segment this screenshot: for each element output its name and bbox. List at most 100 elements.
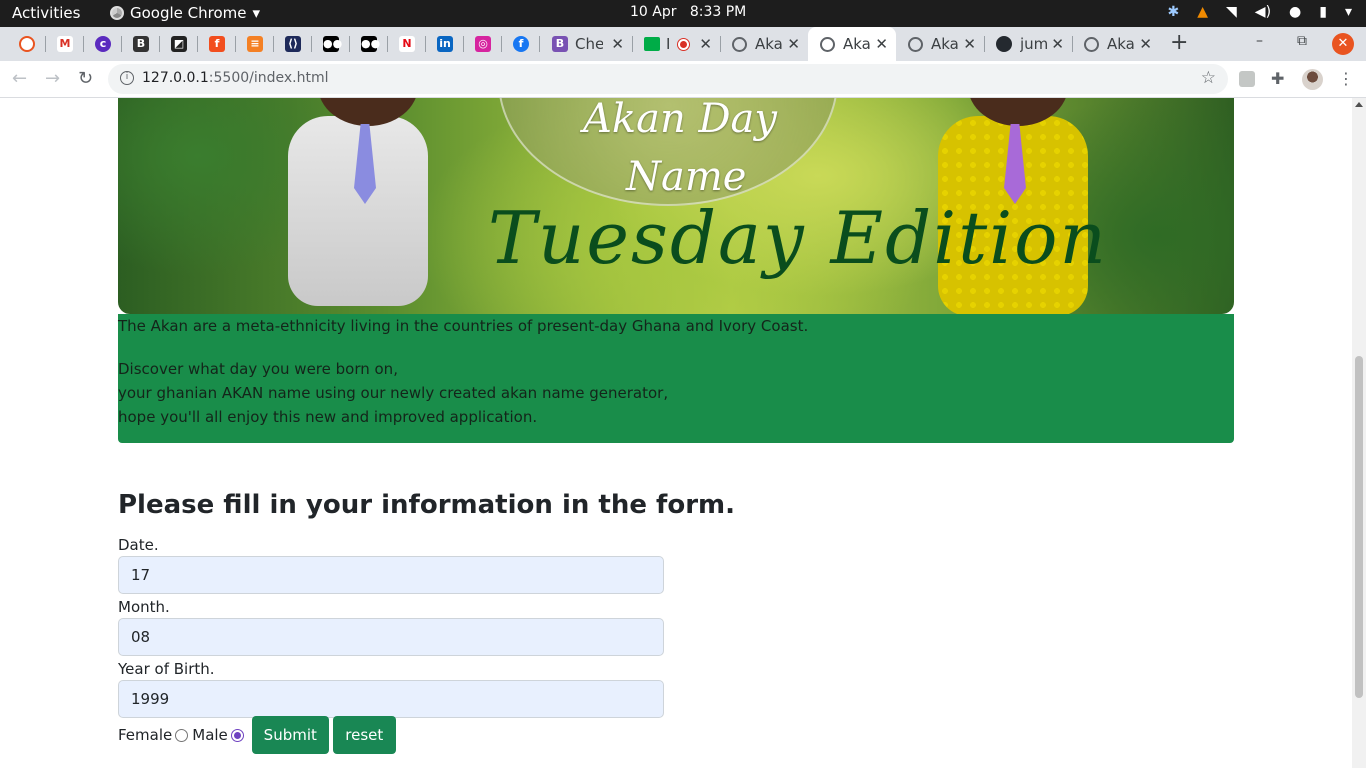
tab-2[interactable]: I ✕ xyxy=(632,27,720,61)
address-bar[interactable]: i 127.0.0.1:5500/index.html ☆ xyxy=(108,64,1228,94)
app-name: Google Chrome xyxy=(130,4,247,22)
maximize-button[interactable]: ⧉ xyxy=(1297,33,1307,49)
female-radio[interactable] xyxy=(175,728,189,742)
gmail-icon: M xyxy=(57,36,73,52)
pinned-tab-ubuntu[interactable] xyxy=(8,27,46,61)
profile-avatar[interactable] xyxy=(1302,69,1323,90)
close-icon[interactable]: ✕ xyxy=(1051,35,1064,53)
netflix-icon: N xyxy=(399,36,415,52)
bootstrap-icon: B xyxy=(552,36,568,52)
chevron-down-icon: ▾ xyxy=(1344,4,1352,20)
tab-label: Aka xyxy=(755,35,783,53)
activities-button[interactable]: Activities xyxy=(12,4,80,22)
globe-icon xyxy=(1084,36,1099,52)
ubuntu-icon xyxy=(19,36,35,52)
tab-strip: M c B ◩ f ≡ ⟨⟩ ●● ●● N in ◎ f B Che ✕ I … xyxy=(0,27,1366,61)
extensions-puzzle-icon[interactable]: ✚ xyxy=(1271,69,1284,88)
tab-label: Aka xyxy=(931,35,959,53)
male-radio[interactable] xyxy=(230,728,244,742)
pinned-tab-figma[interactable]: f xyxy=(198,27,236,61)
intro-line: Discover what day you were born on, xyxy=(118,360,398,378)
b-app-icon: B xyxy=(133,36,149,52)
browser-toolbar: ← → ↻ i 127.0.0.1:5500/index.html ☆ ✚ ⋮ xyxy=(0,61,1366,98)
tab-6[interactable]: jum ✕ xyxy=(984,27,1072,61)
tab-4-active[interactable]: Aka ✕ xyxy=(808,27,896,61)
tab-7[interactable]: Aka ✕ xyxy=(1072,27,1160,61)
tab-label: jum xyxy=(1020,35,1048,53)
gender-row: Female Male Submit reset xyxy=(118,716,396,754)
scrollbar-thumb[interactable] xyxy=(1355,356,1363,698)
reset-button[interactable]: reset xyxy=(332,716,396,754)
pinned-tab-facebook[interactable]: f xyxy=(502,27,540,61)
pinned-tab-app[interactable]: c xyxy=(84,27,122,61)
date-input[interactable] xyxy=(118,556,664,594)
pinned-tab-b[interactable]: B xyxy=(122,27,160,61)
intro-description: Discover what day you were born on, your… xyxy=(118,357,668,429)
pinned-tab-linkedin[interactable]: in xyxy=(426,27,464,61)
extension-icon[interactable] xyxy=(1239,71,1255,87)
code-app-icon: ⟨⟩ xyxy=(285,36,301,52)
hero-logo-line2: Name xyxy=(626,154,747,200)
pinned-tab-box[interactable]: ◩ xyxy=(160,27,198,61)
page-viewport: Akan Day Name Tuesday Edition The Akan a… xyxy=(0,98,1352,768)
forward-button[interactable]: → xyxy=(45,68,60,89)
pinned-tab-gmail[interactable]: M xyxy=(46,27,84,61)
more-menu-icon[interactable]: ⋮ xyxy=(1338,69,1354,88)
close-icon[interactable]: ✕ xyxy=(963,35,976,53)
battery-icon: ▮ xyxy=(1319,4,1327,20)
tab-1[interactable]: B Che ✕ xyxy=(540,27,632,61)
year-input[interactable] xyxy=(118,680,664,718)
pinned-tab-medium[interactable]: ●● xyxy=(312,27,350,61)
intro-card: The Akan are a meta-ethnicity living in … xyxy=(118,314,1234,443)
submit-button[interactable]: Submit xyxy=(251,716,329,754)
app-menu[interactable]: Google Chrome ▾ xyxy=(110,4,260,22)
instagram-icon: ◎ xyxy=(475,36,491,52)
female-label: Female xyxy=(118,726,173,744)
close-icon[interactable]: ✕ xyxy=(611,35,624,53)
pinned-tab-instagram[interactable]: ◎ xyxy=(464,27,502,61)
pinned-tab-stack[interactable]: ≡ xyxy=(236,27,274,61)
url-text[interactable]: 127.0.0.1:5500/index.html xyxy=(142,70,329,86)
tab-5[interactable]: Aka ✕ xyxy=(896,27,984,61)
stack-icon: ≡ xyxy=(247,36,263,52)
pinned-tab-medium2[interactable]: ●● xyxy=(350,27,388,61)
vlc-icon: ▲ xyxy=(1197,4,1209,20)
system-tray[interactable]: ✱ ▲ ◥ ◀) ● ▮ ▾ xyxy=(1168,4,1353,20)
chevron-down-icon: ▾ xyxy=(252,4,261,22)
tab-label: Aka xyxy=(1107,35,1135,53)
new-tab-button[interactable]: + xyxy=(1170,30,1188,55)
scroll-up-arrow-icon[interactable] xyxy=(1355,102,1363,107)
tab-3[interactable]: Aka ✕ xyxy=(720,27,808,61)
intro-line: hope you'll all enjoy this new and impro… xyxy=(118,408,538,426)
clock[interactable]: 10 Apr 8:33 PM xyxy=(630,4,746,20)
month-input[interactable] xyxy=(118,618,664,656)
bookmark-star-icon[interactable]: ☆ xyxy=(1201,68,1216,88)
intro-line: your ghanian AKAN name using our newly c… xyxy=(118,384,669,402)
url-host: 127.0.0.1 xyxy=(142,70,209,86)
tab-label: I xyxy=(666,35,671,53)
clock-date: 10 Apr xyxy=(630,4,677,20)
close-icon[interactable]: ✕ xyxy=(875,35,888,53)
microphone-icon: ● xyxy=(1289,4,1302,20)
tab-label: Che xyxy=(575,35,603,53)
close-icon[interactable]: ✕ xyxy=(699,35,712,53)
close-icon[interactable]: ✕ xyxy=(787,35,800,53)
window-close-button[interactable]: ✕ xyxy=(1332,33,1354,55)
wifi-icon: ◥ xyxy=(1226,4,1237,20)
github-icon xyxy=(996,36,1012,52)
minimize-button[interactable]: – xyxy=(1256,33,1263,49)
info-icon[interactable]: i xyxy=(120,71,134,85)
page-scrollbar[interactable] xyxy=(1352,98,1366,768)
globe-icon xyxy=(908,36,923,52)
linkedin-icon: in xyxy=(437,36,453,52)
hero-logo-line1: Akan Day xyxy=(583,98,777,142)
reload-button[interactable]: ↻ xyxy=(78,68,93,89)
globe-icon xyxy=(732,36,747,52)
date-label: Date. xyxy=(118,536,159,554)
pinned-tab-code[interactable]: ⟨⟩ xyxy=(274,27,312,61)
facebook-icon: f xyxy=(513,36,529,52)
back-button[interactable]: ← xyxy=(12,68,27,89)
meet-icon xyxy=(644,37,660,51)
pinned-tab-netflix[interactable]: N xyxy=(388,27,426,61)
close-icon[interactable]: ✕ xyxy=(1139,35,1152,53)
